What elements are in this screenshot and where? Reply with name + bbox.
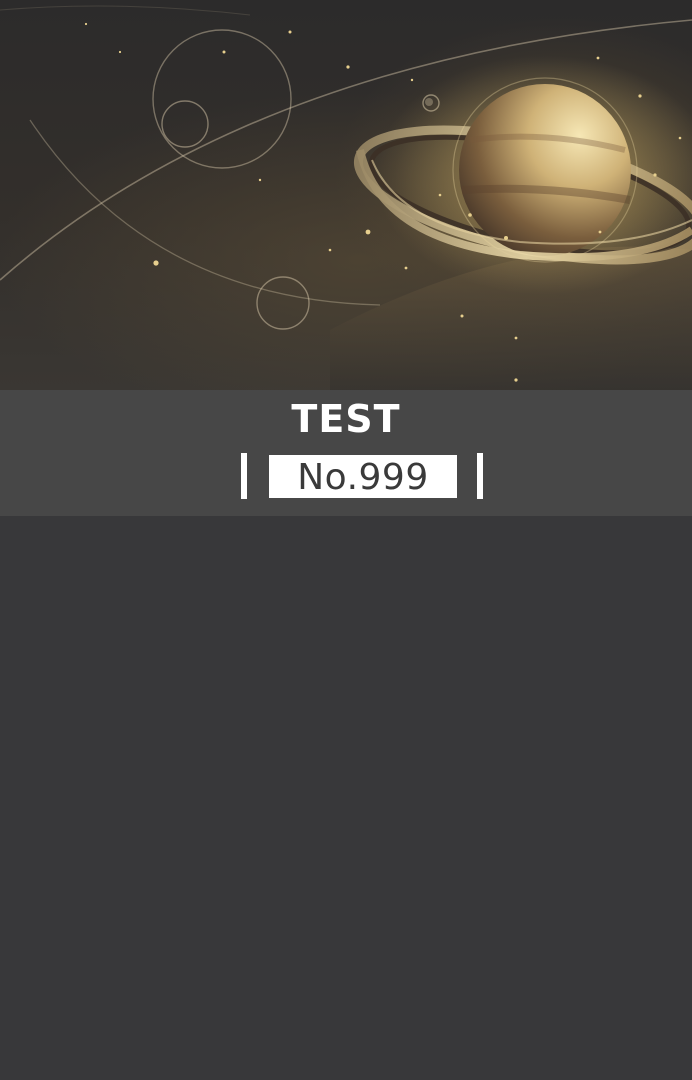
- page-title: TEST: [291, 397, 401, 441]
- hero-banner: [0, 0, 692, 390]
- right-divider-bar: [477, 453, 483, 499]
- content-area: [0, 516, 692, 1080]
- left-divider-bar: [241, 453, 247, 499]
- space-illustration: [0, 5, 692, 390]
- number-label: No.999: [269, 455, 457, 498]
